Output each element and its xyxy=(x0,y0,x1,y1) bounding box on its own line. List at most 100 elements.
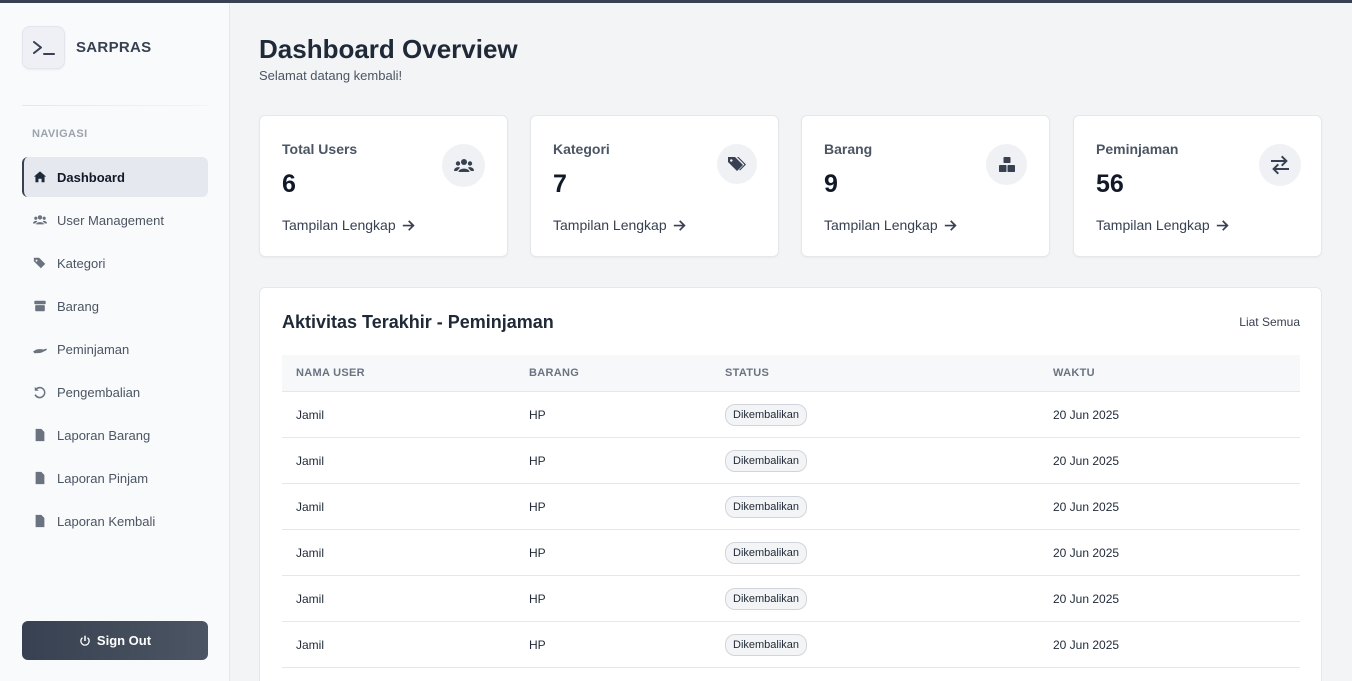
brand[interactable]: SARPRAS xyxy=(22,26,151,69)
cell-status: Dikembalikan xyxy=(725,449,1053,472)
activity-table: NAMA USER BARANG STATUS WAKTU Jamil HP D… xyxy=(282,355,1300,668)
cell-time: 20 Jun 2025 xyxy=(1053,453,1120,468)
sidebar-item-kategori[interactable]: Kategori xyxy=(22,243,208,283)
hand-icon xyxy=(32,341,48,357)
main-content: Dashboard Overview Selamat datang kembal… xyxy=(231,3,1352,681)
status-badge: Dikembalikan xyxy=(725,449,808,472)
sidebar-item-laporan-kembali[interactable]: Laporan Kembali xyxy=(22,501,208,541)
stat-label: Barang xyxy=(824,141,873,157)
cell-user: Jamil xyxy=(296,637,325,652)
stat-value: 6 xyxy=(282,170,296,198)
exchange-icon xyxy=(1259,144,1301,186)
cell-user: Jamil xyxy=(296,591,325,606)
cell-status: Dikembalikan xyxy=(725,633,1053,656)
brand-name: SARPRAS xyxy=(76,39,152,56)
cell-user: Jamil xyxy=(296,407,325,422)
sidebar-item-barang[interactable]: Barang xyxy=(22,286,208,326)
cell-status: Dikembalikan xyxy=(725,495,1053,518)
sidebar-item-label: Barang xyxy=(57,298,99,314)
sidebar-item-peminjaman[interactable]: Peminjaman xyxy=(22,329,208,369)
arrow-right-icon xyxy=(1216,219,1229,231)
table-row[interactable]: Jamil HP Dikembalikan 20 Jun 2025 xyxy=(282,438,1300,484)
tags-icon xyxy=(32,255,48,271)
stat-value: 7 xyxy=(553,170,567,198)
cell-item: HP xyxy=(529,499,546,514)
column-header[interactable]: BARANG xyxy=(529,367,725,379)
status-badge: Dikembalikan xyxy=(725,633,808,656)
users-icon xyxy=(442,144,485,187)
page-title: Dashboard Overview xyxy=(259,34,518,64)
sidebar-item-label: Laporan Kembali xyxy=(57,513,156,529)
column-header[interactable]: NAMA USER xyxy=(282,367,529,379)
cell-time: 20 Jun 2025 xyxy=(1053,545,1120,560)
stat-card-kategori: Kategori 7 Tampilan Lengkap xyxy=(530,115,779,257)
arrow-right-icon xyxy=(944,219,957,231)
sidebar-item-label: Laporan Barang xyxy=(57,427,151,443)
sidebar-nav: Dashboard User Management Kategori Baran… xyxy=(22,157,208,544)
sidebar-item-label: Dashboard xyxy=(57,169,125,185)
sign-out-button[interactable]: Sign Out xyxy=(22,621,208,660)
users-icon xyxy=(32,212,48,228)
table-row[interactable]: Jamil HP Dikembalikan 20 Jun 2025 xyxy=(282,530,1300,576)
link-label: Tampilan Lengkap xyxy=(824,217,938,233)
sidebar-item-laporan-barang[interactable]: Laporan Barang xyxy=(22,415,208,455)
sidebar-item-laporan-pinjam[interactable]: Laporan Pinjam xyxy=(22,458,208,498)
boxes-icon xyxy=(986,144,1027,185)
table-row[interactable]: Jamil HP Dikembalikan 20 Jun 2025 xyxy=(282,576,1300,622)
view-details-link[interactable]: Tampilan Lengkap xyxy=(282,217,415,233)
cell-user: Jamil xyxy=(296,545,325,560)
divider xyxy=(22,105,208,106)
cell-time: 20 Jun 2025 xyxy=(1053,591,1120,606)
stat-card-peminjaman: Peminjaman 56 Tampilan Lengkap xyxy=(1073,115,1322,257)
table-row[interactable]: Jamil HP Dikembalikan 20 Jun 2025 xyxy=(282,392,1300,438)
nav-heading: NAVIGASI xyxy=(32,128,88,140)
cell-time: 20 Jun 2025 xyxy=(1053,637,1120,652)
page-subtitle: Selamat datang kembali! xyxy=(259,68,403,83)
table-row[interactable]: Jamil HP Dikembalikan 20 Jun 2025 xyxy=(282,622,1300,668)
cell-time: 20 Jun 2025 xyxy=(1053,499,1120,514)
cell-item: HP xyxy=(529,591,546,606)
sidebar-item-label: User Management xyxy=(57,212,164,228)
cell-user: Jamil xyxy=(296,499,325,514)
stat-value: 56 xyxy=(1096,170,1124,198)
table-row[interactable]: Jamil HP Dikembalikan 20 Jun 2025 xyxy=(282,484,1300,530)
view-all-link[interactable]: Liat Semua xyxy=(1239,315,1300,329)
undo-icon xyxy=(32,384,48,400)
sidebar-item-pengembalian[interactable]: Pengembalian xyxy=(22,372,208,412)
link-label: Tampilan Lengkap xyxy=(282,217,396,233)
column-header[interactable]: WAKTU xyxy=(1053,367,1300,379)
sidebar-item-label: Laporan Pinjam xyxy=(57,470,149,486)
sidebar-item-label: Pengembalian xyxy=(57,384,141,400)
view-details-link[interactable]: Tampilan Lengkap xyxy=(1096,217,1229,233)
arrow-right-icon xyxy=(402,219,415,231)
view-details-link[interactable]: Tampilan Lengkap xyxy=(824,217,957,233)
status-badge: Dikembalikan xyxy=(725,587,808,610)
sidebar: SARPRAS NAVIGASI Dashboard User Manageme… xyxy=(0,3,230,681)
box-icon xyxy=(32,298,48,314)
panel-title: Aktivitas Terakhir - Peminjaman xyxy=(282,312,554,332)
cell-item: HP xyxy=(529,453,546,468)
table-header: NAMA USER BARANG STATUS WAKTU xyxy=(282,355,1300,392)
cell-item: HP xyxy=(529,637,546,652)
column-header[interactable]: STATUS xyxy=(725,367,1053,379)
sign-out-label: Sign Out xyxy=(96,633,152,648)
sidebar-item-user-management[interactable]: User Management xyxy=(22,200,208,240)
sidebar-item-dashboard[interactable]: Dashboard xyxy=(22,157,208,197)
sidebar-item-label: Kategori xyxy=(57,255,106,271)
status-badge: Dikembalikan xyxy=(725,495,808,518)
link-label: Tampilan Lengkap xyxy=(1096,217,1210,233)
file-icon xyxy=(32,513,48,529)
cell-item: HP xyxy=(529,407,546,422)
power-icon xyxy=(80,635,90,646)
cell-status: Dikembalikan xyxy=(725,541,1053,564)
file-icon xyxy=(32,427,48,443)
link-label: Tampilan Lengkap xyxy=(553,217,667,233)
stat-value: 9 xyxy=(824,170,838,198)
stat-label: Total Users xyxy=(282,141,358,157)
status-badge: Dikembalikan xyxy=(725,403,808,426)
terminal-icon xyxy=(22,26,65,69)
view-details-link[interactable]: Tampilan Lengkap xyxy=(553,217,686,233)
sidebar-item-label: Peminjaman xyxy=(57,341,130,357)
cell-user: Jamil xyxy=(296,453,325,468)
cell-status: Dikembalikan xyxy=(725,403,1053,426)
